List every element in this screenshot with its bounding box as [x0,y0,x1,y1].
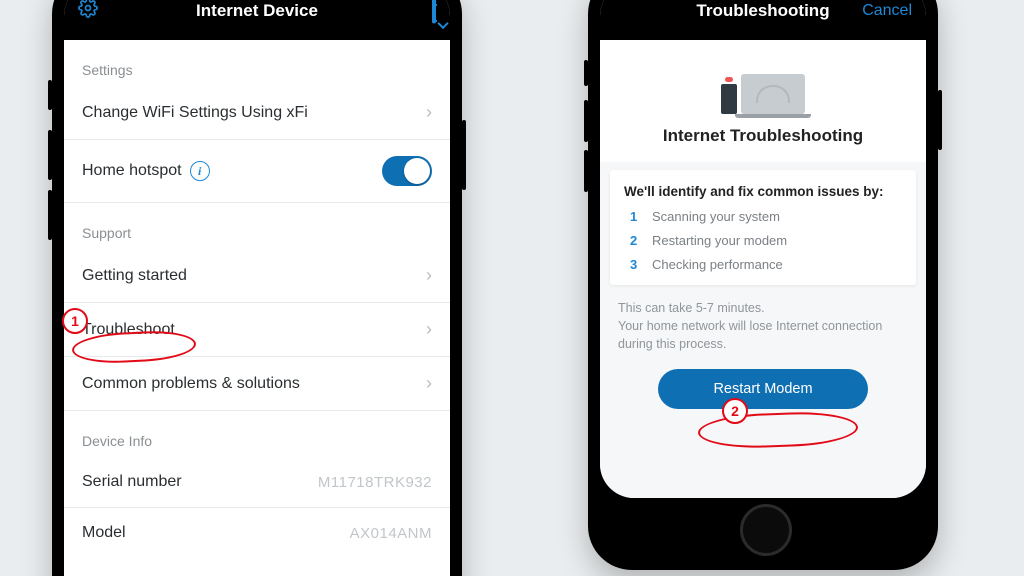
section-header-device-info: Device Info [64,411,450,457]
modem-icon [721,84,737,114]
info-icon[interactable]: i [190,161,210,181]
row-change-wifi[interactable]: Change WiFi Settings Using xFi › [64,86,450,140]
note-line: This can take 5-7 minutes. [618,299,908,317]
cancel-button[interactable]: Cancel [862,2,912,20]
chat-icon[interactable] [432,0,436,23]
model-value: AX014ANM [350,525,432,542]
row-common-problems[interactable]: Common problems & solutions › [64,357,450,411]
chevron-right-icon: › [426,319,432,340]
navbar-title: Troubleshooting [696,1,829,21]
navbar-title: Internet Device [196,1,318,21]
note-text: This can take 5-7 minutes. Your home net… [600,285,926,353]
step-item: 2 Restarting your modem [630,233,902,248]
step-item: 3 Checking performance [630,257,902,272]
restart-modem-button[interactable]: Restart Modem [658,369,868,409]
hotspot-toggle[interactable] [382,156,432,186]
phone-right: Troubleshooting Cancel Internet Troubles… [588,0,938,570]
section-header-support: Support [64,203,450,249]
gear-icon[interactable] [78,0,98,24]
step-text: Scanning your system [652,209,780,224]
row-label: Common problems & solutions [82,375,300,393]
note-line: Your home network will lose Internet con… [618,317,908,353]
row-label: Home hotspot [82,162,182,180]
card-lead: We'll identify and fix common issues by: [624,184,902,199]
step-number: 2 [630,233,640,248]
hero-illustration [610,60,916,114]
annotation-badge-2: 2 [722,398,748,424]
row-getting-started[interactable]: Getting started › [64,249,450,303]
navbar-troubleshooting: Troubleshooting Cancel [600,0,926,40]
row-home-hotspot[interactable]: Home hotspot i [64,140,450,203]
phone-left: Internet Device Settings Change WiFi Set… [52,0,462,576]
annotation-badge-1: 1 [62,308,88,334]
hero-title: Internet Troubleshooting [610,126,916,146]
chevron-right-icon: › [426,373,432,394]
row-label: Troubleshoot [82,321,175,339]
chevron-right-icon: › [426,265,432,286]
step-item: 1 Scanning your system [630,209,902,224]
section-header-settings: Settings [64,40,450,86]
home-button[interactable] [740,504,792,556]
laptop-icon [741,74,805,114]
step-text: Checking performance [652,257,783,272]
row-label: Serial number [82,473,182,491]
serial-value: M11718TRK932 [318,474,432,491]
row-label: Change WiFi Settings Using xFi [82,104,308,122]
row-label: Model [82,524,126,542]
step-number: 3 [630,257,640,272]
chevron-right-icon: › [426,102,432,123]
steps-card: We'll identify and fix common issues by:… [610,170,916,285]
hero-section: Internet Troubleshooting [600,40,926,162]
row-model: Model AX014ANM [64,508,450,558]
step-text: Restarting your modem [652,233,787,248]
step-number: 1 [630,209,640,224]
navbar-internet-device: Internet Device [64,0,450,40]
row-serial-number: Serial number M11718TRK932 [64,457,450,508]
row-troubleshoot[interactable]: Troubleshoot › [64,303,450,357]
row-label: Getting started [82,267,187,285]
settings-list: Settings Change WiFi Settings Using xFi … [64,40,450,558]
